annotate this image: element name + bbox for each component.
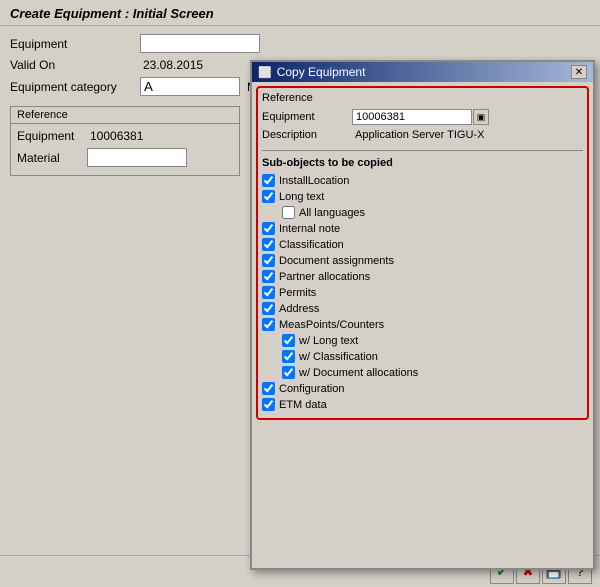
dialog-equipment-input[interactable] [356,111,466,123]
equipment-category-label: Equipment category [10,80,140,94]
checkbox-configuration-label: Configuration [279,383,344,395]
ref-material-label: Material [17,151,87,165]
checkbox-longText: Long text [262,190,583,203]
dialog-equipment-field [352,109,472,125]
dialog-description-row: Description Application Server TIGU-X [262,128,583,142]
checkbox-classification: Classification [262,238,583,251]
checkbox-documentAssignments-label: Document assignments [279,255,394,267]
checkbox-wClassification-input[interactable] [282,350,295,363]
equipment-row: Equipment [10,34,590,53]
checkbox-partnerAllocations-input[interactable] [262,270,275,283]
checkbox-wLongText-input[interactable] [282,334,295,347]
dialog-equipment-label: Equipment [262,111,352,123]
reference-box-title: Reference [11,107,239,124]
equipment-browse-button[interactable]: ▣ [473,109,489,125]
checkbox-address-input[interactable] [262,302,275,315]
checkbox-internalNote-input[interactable] [262,222,275,235]
checkbox-wClassification-label: w/ Classification [299,351,378,363]
equipment-label: Equipment [10,37,140,51]
dialog-description-value: Application Server TIGU-X [352,128,487,142]
equipment-input[interactable] [140,34,260,53]
checkbox-allLanguages-input[interactable] [282,206,295,219]
checkbox-address-label: Address [279,303,319,315]
checkbox-measPoints: MeasPoints/Counters [262,318,583,331]
window-title: Create Equipment : Initial Screen [0,0,600,26]
checkbox-wDocumentAllocations-label: w/ Document allocations [299,367,418,379]
checkbox-etmData: ETM data [262,398,583,411]
checkbox-wClassification: w/ Classification [262,350,583,363]
checkbox-address: Address [262,302,583,315]
valid-on-value: 23.08.2015 [140,57,206,73]
checkbox-installLocation-input[interactable] [262,174,275,187]
checkbox-wLongText: w/ Long text [262,334,583,347]
checkbox-classification-label: Classification [279,239,344,251]
checkbox-allLanguages-label: All languages [299,207,365,219]
reference-box-content: Equipment 10006381 Material [11,124,239,175]
copy-equipment-dialog: ⬜ Copy Equipment ✕ Reference Equipment ▣… [250,60,595,570]
checkbox-permits-input[interactable] [262,286,275,299]
checkbox-configuration: Configuration [262,382,583,395]
checkbox-internalNote-label: Internal note [279,223,340,235]
checkbox-wLongText-label: w/ Long text [299,335,358,347]
title-text: Create Equipment : Initial Screen [10,6,214,21]
dialog-close-button[interactable]: ✕ [571,65,587,79]
checkbox-etmData-input[interactable] [262,398,275,411]
checkbox-internalNote: Internal note [262,222,583,235]
subobjects-section: Sub-objects to be copied InstallLocation… [262,157,583,411]
dialog-title-bar: ⬜ Copy Equipment ✕ [252,62,593,82]
dialog-separator [262,150,583,151]
ref-material-row: Material [17,148,233,167]
checkbox-documentAssignments-input[interactable] [262,254,275,267]
checkbox-measPoints-label: MeasPoints/Counters [279,319,384,331]
checkbox-wDocumentAllocations-input[interactable] [282,366,295,379]
ref-equipment-label: Equipment [17,129,87,143]
dialog-title-icon: ⬜ [258,66,272,79]
ref-material-input[interactable] [87,148,187,167]
checkbox-installLocation-label: InstallLocation [279,175,349,187]
reference-box: Reference Equipment 10006381 Material [10,106,240,176]
checkbox-classification-input[interactable] [262,238,275,251]
ref-equipment-row: Equipment 10006381 [17,128,233,144]
checkbox-configuration-input[interactable] [262,382,275,395]
dialog-title-content: ⬜ Copy Equipment [258,65,365,79]
valid-on-label: Valid On [10,58,140,72]
checkbox-partnerAllocations: Partner allocations [262,270,583,283]
dialog-title-text: Copy Equipment [277,65,366,79]
checkbox-etmData-label: ETM data [279,399,327,411]
checkbox-longText-label: Long text [279,191,324,203]
ref-equipment-value: 10006381 [87,128,146,144]
checkbox-permits-label: Permits [279,287,316,299]
dialog-body: Reference Equipment ▣ Description Applic… [256,86,589,420]
checkbox-longText-input[interactable] [262,190,275,203]
subobjects-title: Sub-objects to be copied [262,157,583,169]
dialog-equipment-row: Equipment ▣ [262,109,583,125]
checkbox-allLanguages: All languages [262,206,583,219]
checkbox-measPoints-input[interactable] [262,318,275,331]
dialog-description-label: Description [262,129,352,141]
dialog-reference-section: Reference Equipment ▣ Description Applic… [262,92,583,142]
equipment-category-input[interactable] [140,77,240,96]
checkbox-wDocumentAllocations: w/ Document allocations [262,366,583,379]
checkbox-installLocation: InstallLocation [262,174,583,187]
reference-section-header: Reference [262,92,583,104]
main-window: Create Equipment : Initial Screen Equipm… [0,0,600,587]
checkbox-partnerAllocations-label: Partner allocations [279,271,370,283]
checkbox-documentAssignments: Document assignments [262,254,583,267]
checkbox-permits: Permits [262,286,583,299]
